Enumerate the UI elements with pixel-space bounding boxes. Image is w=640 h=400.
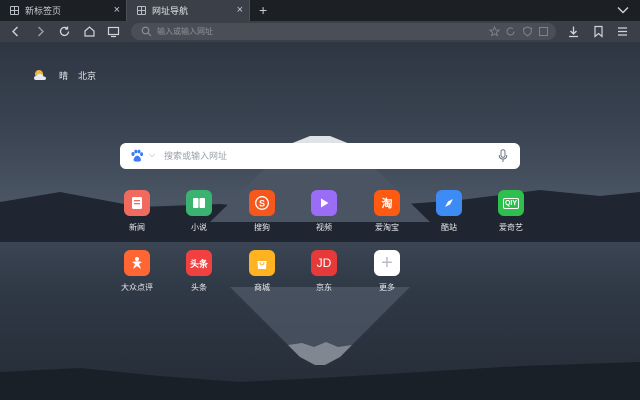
shortcut-label: 头条 xyxy=(191,283,207,292)
bookmark-icon[interactable] xyxy=(591,24,606,39)
address-bar[interactable] xyxy=(131,23,556,40)
address-input[interactable] xyxy=(157,25,457,38)
tab-new-tab-page[interactable]: 新标签页 × xyxy=(0,0,126,21)
shortcut-toutiao[interactable]: 头条 头条 xyxy=(174,250,224,293)
iqiyi-icon: QIY xyxy=(498,190,524,216)
shortcut-label: 爱淘宝 xyxy=(375,223,399,232)
microphone-icon[interactable] xyxy=(498,149,508,163)
shortcut-label: 酷站 xyxy=(441,223,457,232)
search-input[interactable] xyxy=(164,148,484,164)
shopping-bag-icon xyxy=(249,250,275,276)
shortcut-label: 爱奇艺 xyxy=(499,223,523,232)
menu-icon[interactable] xyxy=(615,24,630,39)
home-icon[interactable] xyxy=(82,24,97,39)
shore-foreground xyxy=(0,362,640,400)
shortcut-more[interactable]: + 更多 xyxy=(362,250,412,293)
screen-icon[interactable] xyxy=(106,24,121,39)
shortcut-video[interactable]: 视频 xyxy=(299,190,349,233)
shortcut-aitaobao[interactable]: 淘 爱淘宝 xyxy=(362,190,412,233)
weather-city: 北京 xyxy=(78,70,97,81)
grid-icon xyxy=(10,6,19,15)
tab-label: 新标签页 xyxy=(25,6,62,16)
svg-text:S: S xyxy=(259,198,265,208)
chevron-down-icon[interactable]: ⌵ xyxy=(149,150,155,160)
shortcut-dianping[interactable]: 大众点评 xyxy=(112,250,162,293)
compass-icon xyxy=(436,190,462,216)
book-icon xyxy=(186,190,212,216)
toutiao-icon: 头条 xyxy=(186,250,212,276)
news-icon xyxy=(124,190,150,216)
tab-close-icon[interactable]: × xyxy=(237,4,243,16)
shortcut-novel[interactable]: 小说 xyxy=(174,190,224,233)
forward-icon[interactable] xyxy=(33,24,48,39)
shortcut-label: 新闻 xyxy=(129,223,145,232)
refresh-icon[interactable] xyxy=(57,24,72,39)
search-icon xyxy=(141,26,152,37)
shortcut-jd[interactable]: JD 京东 xyxy=(299,250,349,293)
shortcut-iqiyi[interactable]: QIY 爱奇艺 xyxy=(486,190,536,233)
iqiyi-logo-text: QIY xyxy=(502,197,520,209)
weather-widget[interactable]: 晴 北京 xyxy=(32,68,96,82)
shortcut-label: 大众点评 xyxy=(121,283,153,292)
download-icon[interactable] xyxy=(566,24,581,39)
tab-close-icon[interactable]: × xyxy=(114,4,120,16)
search-box[interactable]: ⌵ xyxy=(120,143,520,169)
jd-icon: JD xyxy=(311,250,337,276)
plus-icon: + xyxy=(374,250,400,276)
grid-small-icon[interactable] xyxy=(538,26,549,37)
shortcut-label: 京东 xyxy=(316,283,332,292)
star-icon[interactable] xyxy=(489,26,500,37)
shortcut-sogou[interactable]: S 搜狗 xyxy=(237,190,287,233)
sogou-icon: S xyxy=(249,190,275,216)
baidu-paw-icon[interactable] xyxy=(130,149,144,163)
shortcut-label: 商城 xyxy=(254,283,270,292)
dianping-icon xyxy=(124,250,150,276)
weather-condition: 晴 xyxy=(59,70,69,81)
shortcut-news[interactable]: 新闻 xyxy=(112,190,162,233)
shortcut-label: 视频 xyxy=(316,223,332,232)
taobao-icon: 淘 xyxy=(374,190,400,216)
back-icon[interactable] xyxy=(8,24,23,39)
shortcut-label: 更多 xyxy=(379,283,395,292)
shortcut-label: 小说 xyxy=(191,223,207,232)
refresh-small-icon[interactable] xyxy=(505,26,516,37)
chevron-down-icon[interactable] xyxy=(616,3,630,17)
play-icon xyxy=(311,190,337,216)
tab-navigation[interactable]: 网址导航 × xyxy=(126,0,250,21)
grid-icon xyxy=(137,6,146,15)
new-tab-button[interactable]: + xyxy=(259,2,267,18)
tab-bar: 新标签页 × 网址导航 × + xyxy=(0,0,640,21)
shield-icon[interactable] xyxy=(522,26,533,37)
shortcut-kuzhan[interactable]: 酷站 xyxy=(424,190,474,233)
tab-label: 网址导航 xyxy=(152,6,189,16)
shortcut-mall[interactable]: 商城 xyxy=(237,250,287,293)
shortcut-label: 搜狗 xyxy=(254,223,270,232)
partly-sunny-icon xyxy=(34,70,46,80)
